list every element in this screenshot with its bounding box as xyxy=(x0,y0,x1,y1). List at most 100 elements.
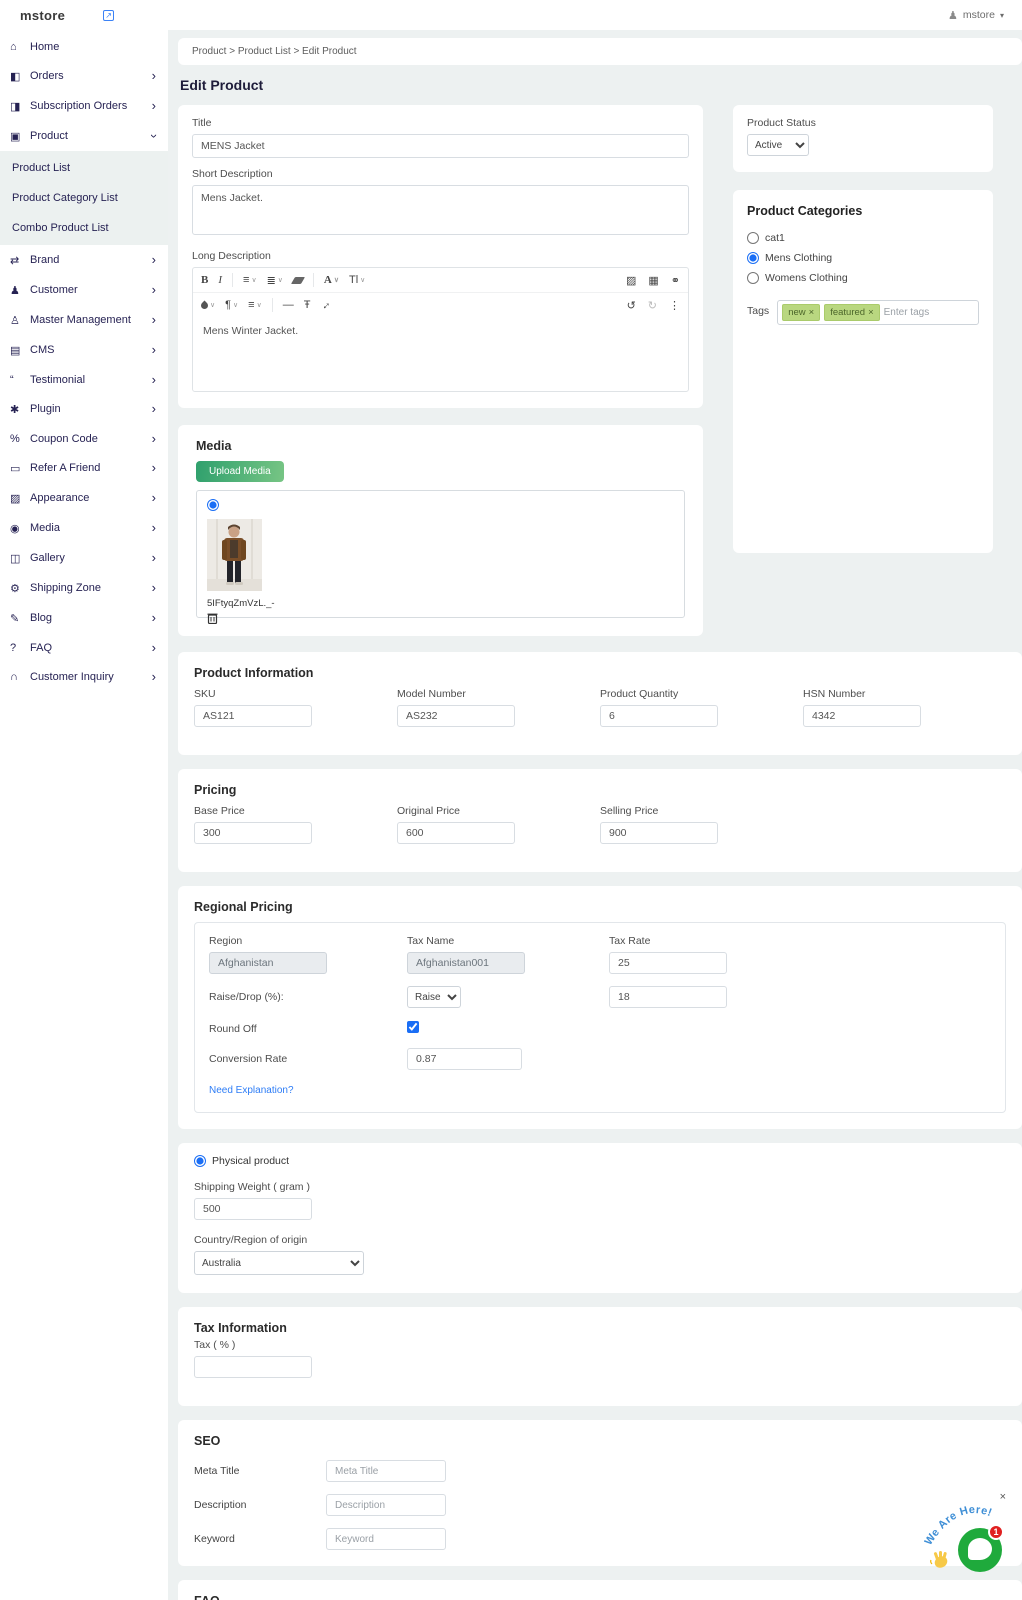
sidebar-item-subscription-orders[interactable]: ◨Subscription Orders› xyxy=(0,91,168,121)
font-size-button[interactable]: Tl∨ xyxy=(349,274,365,286)
undo-button[interactable]: ↺ xyxy=(627,299,636,312)
original-price-input[interactable] xyxy=(397,822,515,844)
category-radio[interactable] xyxy=(747,252,759,264)
remove-tag-icon[interactable]: × xyxy=(809,307,815,318)
sidebar-item-product-category-list[interactable]: Product Category List xyxy=(0,183,168,213)
external-link-icon[interactable]: ↗ xyxy=(103,10,114,21)
paragraph-button[interactable]: ¶∨ xyxy=(225,299,238,311)
short-description-textarea[interactable]: Mens Jacket. xyxy=(192,185,689,235)
unordered-list-button[interactable]: ≡∨ xyxy=(243,274,257,286)
sidebar-item-shipping-zone[interactable]: ⚙Shipping Zone› xyxy=(0,573,168,603)
original-price-label: Original Price xyxy=(397,805,600,817)
chevron-right-icon: › xyxy=(152,434,156,444)
master-management-icon: ♙ xyxy=(10,314,30,327)
horizontal-rule-button[interactable]: — xyxy=(283,299,294,311)
product-status-select[interactable]: Active xyxy=(747,134,809,156)
insert-table-button[interactable]: ▦ xyxy=(648,274,658,287)
sidebar-item-coupon-code[interactable]: %Coupon Code› xyxy=(0,424,168,453)
round-off-checkbox[interactable] xyxy=(407,1021,419,1033)
category-option-womens-clothing[interactable]: Womens Clothing xyxy=(747,272,979,284)
raise-drop-percent-input[interactable] xyxy=(609,986,727,1008)
edit-product-page: mstore ↗ ♟ mstore ▾ ⌂Home ◧Orders› ◨Subs… xyxy=(0,0,1022,1600)
user-menu[interactable]: ♟ mstore ▾ xyxy=(948,9,1004,22)
clear-format-button[interactable]: Ŧ xyxy=(304,299,311,311)
sidebar-item-cms[interactable]: ▤CMS› xyxy=(0,335,168,365)
sidebar-item-home[interactable]: ⌂Home xyxy=(0,32,168,61)
regional-pricing-title: Regional Pricing xyxy=(194,900,1006,914)
sidebar-item-blog[interactable]: ✎Blog› xyxy=(0,603,168,633)
upload-media-button[interactable]: Upload Media xyxy=(196,461,284,482)
eraser-button[interactable] xyxy=(293,277,303,284)
insert-image-button[interactable]: ▨ xyxy=(626,274,636,287)
tags-input-box[interactable]: new× featured× xyxy=(777,300,979,325)
raise-drop-select[interactable]: Raise xyxy=(407,986,461,1008)
keyword-input[interactable] xyxy=(326,1528,446,1550)
media-select-radio[interactable] xyxy=(207,499,219,511)
tags-input[interactable] xyxy=(884,307,954,318)
sidebar-item-orders[interactable]: ◧Orders› xyxy=(0,61,168,91)
sidebar-item-product[interactable]: ▣Product› xyxy=(0,121,168,151)
align-button[interactable]: ≡∨ xyxy=(248,299,262,311)
product-quantity-input[interactable] xyxy=(600,705,718,727)
tax-percent-input[interactable] xyxy=(194,1356,312,1378)
meta-title-input[interactable] xyxy=(326,1460,446,1482)
customer-icon: ♟ xyxy=(10,284,30,297)
ordered-list-button[interactable]: ≣∨ xyxy=(267,274,283,287)
remove-tag-icon[interactable]: × xyxy=(868,307,874,318)
selling-price-input[interactable] xyxy=(600,822,718,844)
sidebar-item-testimonial[interactable]: “Testimonial› xyxy=(0,365,168,394)
sidebar-item-product-list[interactable]: Product List xyxy=(0,153,168,183)
category-option-cat1[interactable]: cat1 xyxy=(747,232,979,244)
cms-icon: ▤ xyxy=(10,344,30,357)
sku-input[interactable] xyxy=(194,705,312,727)
chevron-right-icon: › xyxy=(152,613,156,623)
fullscreen-button[interactable]: ↔ xyxy=(318,297,334,313)
chat-launcher-button[interactable]: 1 xyxy=(958,1528,1002,1572)
title-input[interactable] xyxy=(192,134,689,158)
highlight-color-button[interactable]: ∨ xyxy=(201,301,215,309)
chevron-right-icon: › xyxy=(152,553,156,563)
sidebar-item-appearance[interactable]: ▨Appearance› xyxy=(0,483,168,513)
conversion-rate-input[interactable] xyxy=(407,1048,522,1070)
conversion-rate-label: Conversion Rate xyxy=(209,1053,407,1065)
long-description-editor-content[interactable]: Mens Winter Jacket. xyxy=(193,317,688,391)
chevron-right-icon: › xyxy=(152,583,156,593)
meta-description-input[interactable] xyxy=(326,1494,446,1516)
font-color-button[interactable]: A∨ xyxy=(324,274,339,286)
sidebar-item-plugin[interactable]: ✱Plugin› xyxy=(0,394,168,424)
sidebar-item-customer-inquiry[interactable]: ∩Customer Inquiry› xyxy=(0,662,168,691)
sidebar-item-refer-a-friend[interactable]: ▭Refer A Friend› xyxy=(0,453,168,483)
product-image-thumbnail[interactable] xyxy=(207,519,674,596)
delete-media-icon[interactable] xyxy=(207,611,674,629)
media-icon: ◉ xyxy=(10,522,30,535)
category-radio[interactable] xyxy=(747,232,759,244)
need-explanation-link[interactable]: Need Explanation? xyxy=(209,1085,294,1096)
orders-icon: ◧ xyxy=(10,70,30,83)
tax-rate-input[interactable] xyxy=(609,952,727,974)
sidebar-item-customer[interactable]: ♟Customer› xyxy=(0,275,168,305)
hsn-number-input[interactable] xyxy=(803,705,921,727)
physical-product-option[interactable]: Physical product xyxy=(194,1155,1006,1167)
region-input xyxy=(209,952,327,974)
chat-bubble-icon xyxy=(968,1538,992,1560)
sidebar-item-gallery[interactable]: ◫Gallery› xyxy=(0,543,168,573)
physical-product-radio[interactable] xyxy=(194,1155,206,1167)
insert-link-button[interactable]: ⚭ xyxy=(671,274,680,287)
model-number-input[interactable] xyxy=(397,705,515,727)
origin-select[interactable]: Australia xyxy=(194,1251,364,1275)
app-logo[interactable]: mstore xyxy=(20,8,65,23)
sidebar-item-brand[interactable]: ⇄Brand› xyxy=(0,245,168,275)
coupon-code-icon: % xyxy=(10,433,30,445)
shipping-weight-input[interactable] xyxy=(194,1198,312,1220)
redo-button[interactable]: ↻ xyxy=(648,299,657,312)
bold-button[interactable]: B xyxy=(201,274,208,286)
base-price-input[interactable] xyxy=(194,822,312,844)
sidebar-item-combo-product-list[interactable]: Combo Product List xyxy=(0,213,168,243)
italic-button[interactable]: I xyxy=(218,274,222,286)
category-radio[interactable] xyxy=(747,272,759,284)
sidebar-item-master-management[interactable]: ♙Master Management› xyxy=(0,305,168,335)
sidebar-item-faq[interactable]: ?FAQ› xyxy=(0,633,168,662)
more-options-button[interactable]: ⋮ xyxy=(669,299,680,312)
category-option-mens-clothing[interactable]: Mens Clothing xyxy=(747,252,979,264)
sidebar-item-media[interactable]: ◉Media› xyxy=(0,513,168,543)
